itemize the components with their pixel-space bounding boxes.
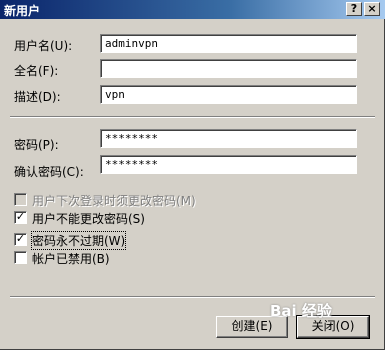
password-label: 密码(P): bbox=[14, 138, 59, 152]
account-disabled-checkbox[interactable] bbox=[14, 251, 27, 264]
cannot-change-password-label: 用户不能更改密码(S) bbox=[32, 212, 145, 226]
password-never-expires-label: 密码永不过期(W) bbox=[30, 231, 127, 250]
description-input[interactable]: vpn bbox=[100, 85, 357, 104]
fullname-label: 全名(F): bbox=[14, 64, 59, 78]
confirm-password-label: 确认密码(C): bbox=[14, 165, 84, 179]
button-separator bbox=[10, 296, 375, 298]
description-label: 描述(D): bbox=[14, 90, 61, 104]
fullname-input[interactable] bbox=[100, 59, 357, 78]
must-change-password-label: 用户下次登录时须更改密码(M) bbox=[32, 194, 196, 208]
title-bar: 新用户 ? × bbox=[0, 0, 385, 19]
dialog-title: 新用户 bbox=[4, 4, 41, 18]
help-button[interactable]: ? bbox=[346, 2, 362, 16]
new-user-dialog: 新用户 ? × 用户名(U): adminvpn 全名(F): 描述(D): v… bbox=[0, 0, 385, 350]
password-input[interactable]: ******** bbox=[100, 129, 357, 148]
confirm-password-input[interactable]: ******** bbox=[100, 155, 357, 174]
username-label: 用户名(U): bbox=[14, 39, 73, 53]
account-disabled-label: 帐户已禁用(B) bbox=[32, 252, 110, 266]
cannot-change-password-checkbox[interactable]: ✓ bbox=[14, 211, 27, 224]
must-change-password-checkbox[interactable] bbox=[14, 193, 27, 206]
separator bbox=[10, 116, 375, 118]
password-never-expires-checkbox[interactable]: ✓ bbox=[14, 233, 27, 246]
watermark-logo: Bai 经验 bbox=[270, 302, 332, 320]
username-input[interactable]: adminvpn bbox=[100, 34, 357, 53]
close-window-button[interactable]: × bbox=[364, 2, 380, 16]
